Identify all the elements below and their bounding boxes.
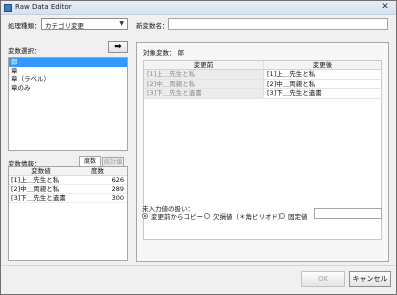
cell-before: [1]上＿先生と私 <box>144 70 264 79</box>
radio-icon[interactable] <box>279 213 285 219</box>
cell-before: [3]下＿先生と遺書 <box>144 89 264 98</box>
radio-label: 変更前からコピー <box>151 213 203 221</box>
target-variable-label: 対象変数： 郎 <box>143 47 184 57</box>
radio-selected-icon[interactable] <box>142 213 148 219</box>
cell-count: 300 <box>111 194 124 202</box>
radio-label: 欠損値（＊角ピリオド） <box>213 213 285 221</box>
target-variable-caption: 対象変数： <box>143 49 176 57</box>
column-header-before[interactable]: 変更前 <box>144 61 264 69</box>
title-bar[interactable]: Raw Data Editor ✕ <box>1 1 396 15</box>
radio-icon[interactable] <box>204 213 210 219</box>
column-header[interactable]: 度数 <box>71 167 127 175</box>
radio-label: 固定値 <box>288 213 308 221</box>
radio-fixed-value[interactable]: 固定値 <box>279 211 308 221</box>
table-row[interactable]: [3]下＿先生と遺書 [3]下＿先生と遺書 <box>144 89 381 99</box>
radio-copy-from-before[interactable]: 変更前からコピー <box>142 211 203 221</box>
target-variable-value: 郎 <box>177 49 185 57</box>
window-title: Raw Data Editor <box>15 3 72 11</box>
divider <box>1 265 396 266</box>
ok-button[interactable]: OK <box>301 271 345 287</box>
table-row[interactable]: [3]下＿先生と遺書 300 <box>9 194 127 203</box>
cell-value: [2]中＿両親と私 <box>11 185 60 193</box>
new-variable-label: 新変数名： <box>136 22 169 30</box>
arrow-right-icon: ➡ <box>114 42 122 52</box>
table-row[interactable]: [2]中＿両親と私 [2]中＿両親と私 <box>144 79 381 89</box>
cell-count: 626 <box>111 176 124 184</box>
close-icon[interactable]: ✕ <box>378 2 392 13</box>
table-header: 変数値 度数 <box>9 167 127 176</box>
cell-after[interactable]: [3]下＿先生と遺書 <box>264 89 381 98</box>
raw-data-editor-window: Raw Data Editor ✕ 処理種類： カテゴリ変更 ▼ 新変数名： 変… <box>0 0 397 295</box>
radio-missing-value[interactable]: 欠損値（＊角ピリオド） <box>204 211 285 221</box>
variable-list-item[interactable]: 章（ラベル） <box>9 75 127 84</box>
app-icon <box>4 4 12 12</box>
table-row[interactable]: [1]上＿先生と私 [1]上＿先生と私 <box>144 70 381 80</box>
column-header[interactable]: 変数値 <box>9 167 71 175</box>
cancel-button[interactable]: キャンセル <box>349 271 391 287</box>
variable-listbox[interactable]: 郎 章 章（ラベル） 章のみ <box>8 57 128 151</box>
table-row[interactable]: [2]中＿両親と私 289 <box>9 185 127 194</box>
table-header: 変更前 変更後 <box>144 61 381 70</box>
column-header-after[interactable]: 変更後 <box>264 61 381 69</box>
process-type-value: カテゴリ変更 <box>45 22 84 30</box>
table-row[interactable]: [1]上＿先生と私 626 <box>9 176 127 185</box>
process-type-dropdown[interactable]: カテゴリ変更 ▼ <box>41 18 128 30</box>
cell-before: [2]中＿両親と私 <box>144 79 264 88</box>
tab-frequency[interactable]: 度数 <box>79 156 101 166</box>
tab-statistics[interactable]: 統計値 <box>102 157 124 166</box>
cell-count: 289 <box>111 185 124 193</box>
cell-value: [3]下＿先生と遺書 <box>11 194 66 202</box>
cell-value: [1]上＿先生と私 <box>11 176 60 184</box>
move-arrow-button[interactable]: ➡ <box>108 41 128 53</box>
chevron-down-icon: ▼ <box>119 20 124 27</box>
cell-after[interactable]: [1]上＿先生と私 <box>264 70 381 79</box>
new-variable-input[interactable] <box>168 18 388 30</box>
variable-select-label: 変数選択： <box>8 47 41 55</box>
variable-list-item[interactable]: 章 <box>9 67 127 76</box>
variable-info-table: 変数値 度数 [1]上＿先生と私 626 [2]中＿両親と私 289 [3]下＿… <box>8 166 128 261</box>
fixed-value-input[interactable] <box>314 208 382 219</box>
variable-list-item[interactable]: 郎 <box>9 58 127 67</box>
recode-panel: 対象変数： 郎 変更前 変更後 [1]上＿先生と私 [1]上＿先生と私 [2]中… <box>136 42 389 262</box>
variable-list-item[interactable]: 章のみ <box>9 84 127 93</box>
process-type-label: 処理種類： <box>8 22 41 30</box>
cell-after[interactable]: [2]中＿両親と私 <box>264 80 381 89</box>
